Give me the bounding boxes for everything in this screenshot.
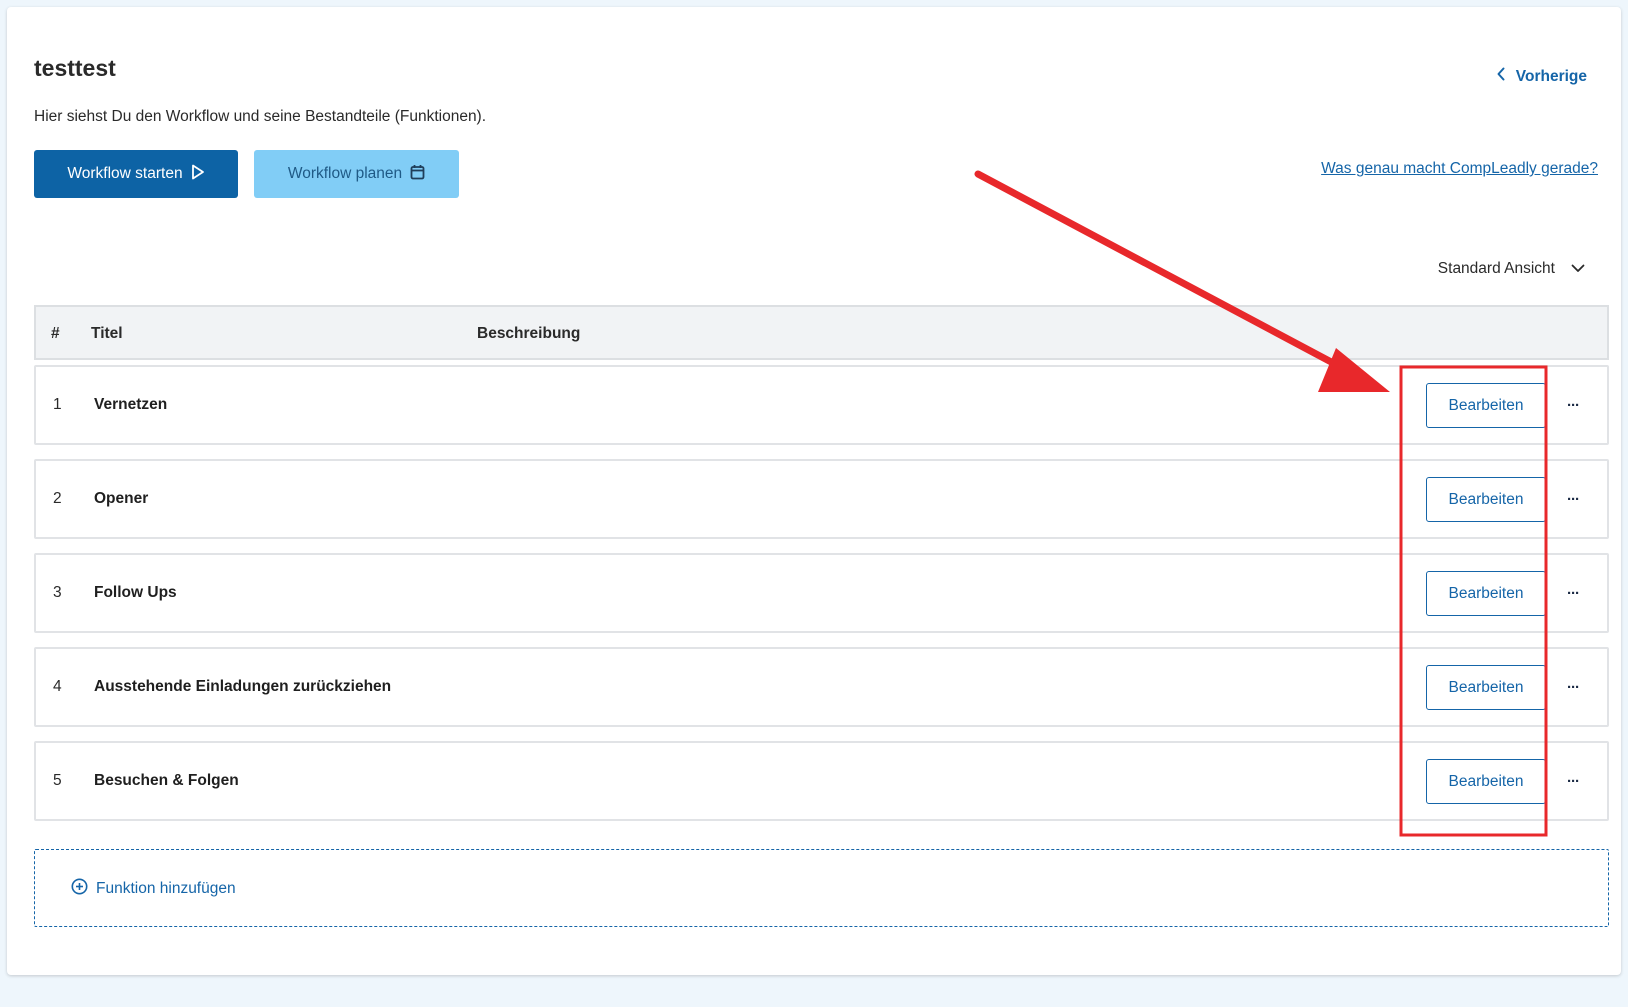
table-row: 5 Besuchen & Folgen Bearbeiten ··· xyxy=(34,741,1609,821)
ellipsis-icon[interactable]: ··· xyxy=(1561,675,1585,699)
edit-button[interactable]: Bearbeiten xyxy=(1426,665,1546,710)
calendar-icon xyxy=(410,164,425,185)
page-title: testtest xyxy=(34,55,116,81)
table-row: 3 Follow Ups Bearbeiten ··· xyxy=(34,553,1609,633)
plan-workflow-button[interactable]: Workflow planen xyxy=(254,150,459,198)
add-function-row: Funktion hinzufügen xyxy=(34,849,1609,927)
row-number: 4 xyxy=(53,678,62,695)
chevron-down-icon xyxy=(1571,260,1585,278)
table-row: 4 Ausstehende Einladungen zurückziehen B… xyxy=(34,647,1609,727)
row-number: 2 xyxy=(53,490,62,507)
plan-workflow-label: Workflow planen xyxy=(287,165,403,182)
previous-link[interactable]: Vorherige xyxy=(1496,67,1587,86)
start-workflow-label: Workflow starten xyxy=(67,165,183,182)
table-row: 1 Vernetzen Bearbeiten ··· xyxy=(34,365,1609,445)
column-header-description: Beschreibung xyxy=(477,325,581,342)
workflow-card: testtest Hier siehst Du den Workflow und… xyxy=(7,7,1621,975)
table-row: 2 Opener Bearbeiten ··· xyxy=(34,459,1609,539)
plus-circle-icon xyxy=(71,878,88,900)
view-select-value: Standard Ansicht xyxy=(1437,260,1555,277)
ellipsis-icon[interactable]: ··· xyxy=(1561,581,1585,605)
row-title: Ausstehende Einladungen zurückziehen xyxy=(94,678,392,695)
edit-button[interactable]: Bearbeiten xyxy=(1426,477,1546,522)
row-title: Opener xyxy=(94,490,149,507)
previous-label: Vorherige xyxy=(1515,67,1587,85)
row-number: 3 xyxy=(53,584,62,601)
row-number: 5 xyxy=(53,772,62,789)
help-link[interactable]: Was genau macht CompLeadly gerade? xyxy=(1321,160,1598,178)
row-title: Besuchen & Folgen xyxy=(94,772,239,789)
column-header-number: # xyxy=(51,325,60,342)
column-header-title: Titel xyxy=(91,325,123,342)
row-number: 1 xyxy=(53,396,62,413)
ellipsis-icon[interactable]: ··· xyxy=(1561,487,1585,511)
table-header: # Titel Beschreibung xyxy=(34,305,1609,360)
edit-button[interactable]: Bearbeiten xyxy=(1426,759,1546,804)
edit-button[interactable]: Bearbeiten xyxy=(1426,571,1546,616)
view-select[interactable]: Standard Ansicht xyxy=(1438,260,1585,278)
add-function-label: Funktion hinzufügen xyxy=(96,880,236,897)
edit-button[interactable]: Bearbeiten xyxy=(1426,383,1546,428)
chevron-left-icon xyxy=(1496,67,1506,86)
play-outline-icon xyxy=(191,164,205,185)
row-title: Follow Ups xyxy=(94,584,177,601)
ellipsis-icon[interactable]: ··· xyxy=(1561,393,1585,417)
ellipsis-icon[interactable]: ··· xyxy=(1561,769,1585,793)
page-subtitle: Hier siehst Du den Workflow und seine Be… xyxy=(34,108,487,125)
add-function-button[interactable]: Funktion hinzufügen xyxy=(71,878,236,900)
row-title: Vernetzen xyxy=(94,396,168,413)
start-workflow-button[interactable]: Workflow starten xyxy=(34,150,238,198)
